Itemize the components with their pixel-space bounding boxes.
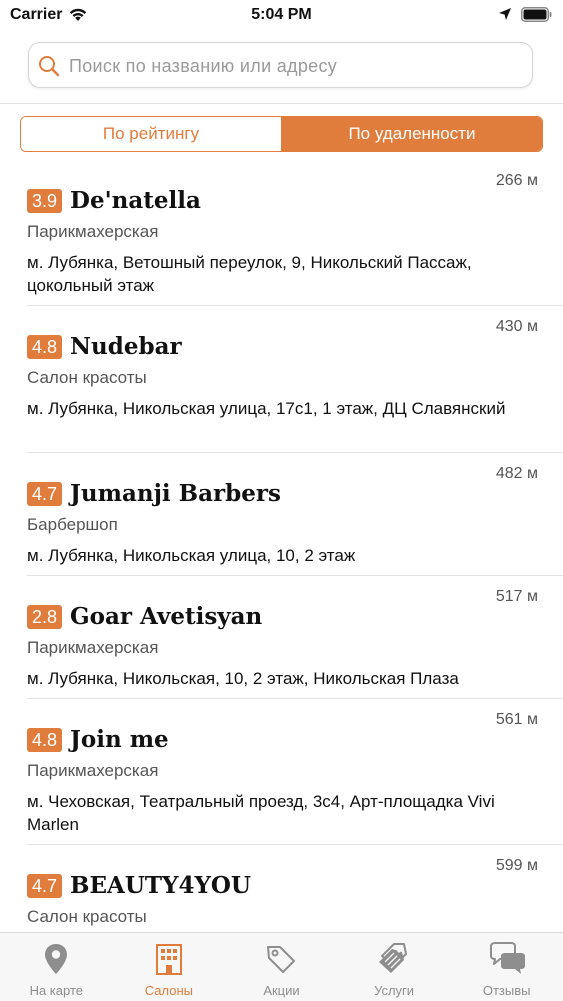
tag-icon xyxy=(265,941,297,977)
map-pin-icon xyxy=(43,941,69,977)
distance-label: 430 м xyxy=(495,318,538,335)
battery-icon xyxy=(521,7,553,27)
rating-badge: 3.9 xyxy=(27,188,63,213)
building-icon xyxy=(154,941,184,977)
distance-label: 561 м xyxy=(495,711,538,728)
salon-type: Парикмахерская xyxy=(27,222,159,241)
rating-badge: 2.8 xyxy=(27,604,63,629)
list-item[interactable]: 561 м 4.8 Join me Парикмахерская м. Чехо… xyxy=(0,699,563,845)
salon-address: м. Лубянка, Никольская улица, 10, 2 этаж xyxy=(27,546,356,565)
salon-address: м. Лубянка, Никольская, 10, 2 этаж, Нико… xyxy=(27,669,459,688)
salon-type: Парикмахерская xyxy=(27,761,159,780)
tab-map[interactable]: На карте xyxy=(0,933,113,1001)
salon-name: Jumanji Barbers xyxy=(70,480,281,507)
tab-label: Отзывы xyxy=(482,983,531,998)
salon-list: 266 м 3.9 De'natella Парикмахерская м. Л… xyxy=(0,160,563,965)
salon-address: м. Лубянка, Ветошный переулок, 9, Николь… xyxy=(27,253,472,295)
list-item[interactable]: 430 м 4.8 Nudebar Салон красоты м. Лубян… xyxy=(0,306,563,453)
status-bar: Carrier 5:04 PM xyxy=(0,0,563,30)
salon-address: м. Лубянка, Никольская улица, 17с1, 1 эт… xyxy=(27,399,506,418)
chat-bubbles-icon xyxy=(486,941,528,977)
tab-salons[interactable]: Салоны xyxy=(113,933,226,1001)
tab-services[interactable]: Услуги xyxy=(338,933,451,1001)
salon-name: Join me xyxy=(70,726,169,753)
sort-by-rating-button[interactable]: По рейтингу xyxy=(21,117,281,151)
list-item[interactable]: 517 м 2.8 Goar Avetisyan Парикмахерская … xyxy=(0,576,563,699)
sort-by-distance-button[interactable]: По удаленности xyxy=(281,117,542,151)
salon-type: Барбершоп xyxy=(27,515,118,534)
salon-address: м. Чеховская, Театральный проезд, 3с4, А… xyxy=(27,792,495,834)
price-tags-icon xyxy=(376,941,412,977)
salon-name: Goar Avetisyan xyxy=(70,603,263,630)
tab-reviews[interactable]: Отзывы xyxy=(450,933,563,1001)
tab-promotions[interactable]: Акции xyxy=(225,933,338,1001)
list-item[interactable]: 482 м 4.7 Jumanji Barbers Барбершоп м. Л… xyxy=(0,453,563,576)
rating-badge: 4.7 xyxy=(27,873,63,898)
distance-label: 482 м xyxy=(495,465,538,482)
salon-type: Парикмахерская xyxy=(27,638,159,657)
search-input[interactable] xyxy=(67,52,526,80)
distance-label: 517 м xyxy=(495,588,538,605)
search-bar[interactable] xyxy=(28,42,533,88)
search-icon xyxy=(38,55,60,82)
tab-label: Услуги xyxy=(374,983,415,998)
rating-badge: 4.8 xyxy=(27,727,63,752)
salon-name: De'natella xyxy=(70,187,201,214)
tab-label: Салоны xyxy=(144,983,194,998)
salon-type: Салон красоты xyxy=(27,368,147,387)
tab-bar: На карте Салоны Акции Услуги Отзывы xyxy=(0,932,563,1001)
salon-type: Салон красоты xyxy=(27,907,147,926)
location-arrow-icon xyxy=(498,7,512,26)
clock: 5:04 PM xyxy=(251,6,312,23)
tab-label: На карте xyxy=(29,983,83,998)
header-divider xyxy=(0,103,563,104)
salon-name: Nudebar xyxy=(70,333,182,360)
rating-badge: 4.8 xyxy=(27,334,63,359)
tab-label: Акции xyxy=(263,983,300,998)
distance-label: 599 м xyxy=(495,857,538,874)
rating-badge: 4.7 xyxy=(27,481,63,506)
sort-segmented-control: По рейтингу По удаленности xyxy=(20,116,543,152)
distance-label: 266 м xyxy=(495,172,538,189)
list-item[interactable]: 266 м 3.9 De'natella Парикмахерская м. Л… xyxy=(0,160,563,306)
salon-name: BEAUTY4YOU xyxy=(70,872,251,899)
